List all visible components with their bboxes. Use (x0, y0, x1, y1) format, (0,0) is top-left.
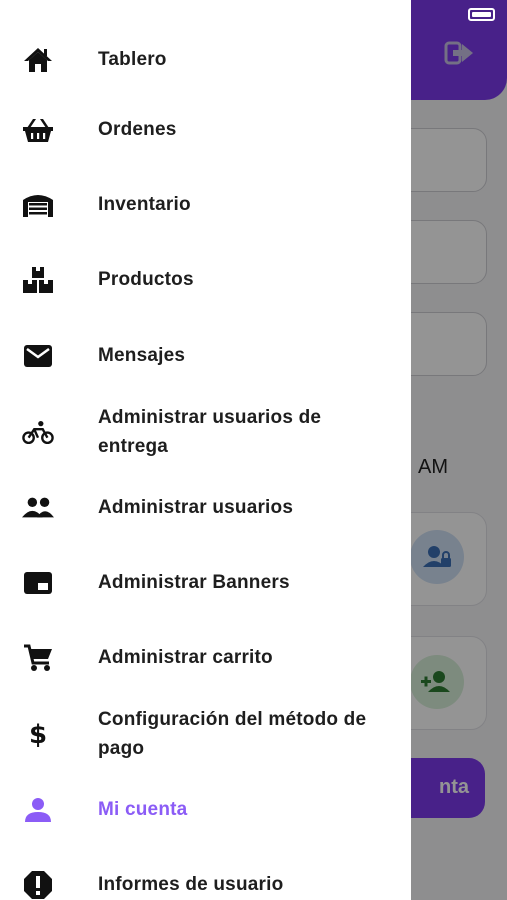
menu-item-configuracion-pago[interactable]: $ Configuración del método de pago (0, 705, 411, 765)
menu-item-label: Productos (98, 269, 194, 290)
person-icon (22, 794, 54, 826)
menu-item-tablero[interactable]: Tablero (0, 44, 411, 76)
menu-item-label: Administrar usuarios de entrega (98, 407, 322, 457)
menu-item-label: Administrar Banners (98, 572, 290, 593)
menu-item-ordenes[interactable]: Ordenes (0, 114, 411, 146)
battery-icon (468, 8, 495, 21)
people-icon (22, 492, 54, 524)
menu-item-label: Configuración del método de pago (98, 709, 367, 759)
boxes-icon (22, 264, 54, 296)
menu-item-mi-cuenta[interactable]: Mi cuenta (0, 794, 411, 826)
menu-item-label: Tablero (98, 49, 167, 70)
menu-item-label: Informes de usuario (98, 874, 284, 895)
menu-item-mensajes[interactable]: Mensajes (0, 340, 411, 372)
menu-item-informes-usuario[interactable]: Informes de usuario (0, 869, 411, 900)
alert-icon (22, 869, 54, 900)
basket-icon (22, 114, 54, 146)
menu-item-label: Inventario (98, 194, 191, 215)
mail-icon (22, 340, 54, 372)
dollar-icon: $ (28, 720, 48, 750)
menu-item-label: Administrar carrito (98, 647, 273, 668)
menu-item-label: Ordenes (98, 119, 177, 140)
navigation-drawer: Tablero Ordenes Inventario Productos Men… (0, 0, 411, 900)
menu-item-productos[interactable]: Productos (0, 264, 411, 296)
bike-icon (22, 417, 54, 449)
menu-item-administrar-usuarios-entrega[interactable]: Administrar usuarios de entrega (0, 403, 411, 463)
home-icon (22, 44, 54, 76)
menu-item-label: Administrar usuarios (98, 497, 294, 518)
menu-item-administrar-banners[interactable]: Administrar Banners (0, 567, 411, 599)
menu-item-label: Mi cuenta (98, 799, 188, 820)
menu-item-administrar-usuarios[interactable]: Administrar usuarios (0, 492, 411, 524)
menu-item-label: Mensajes (98, 345, 186, 366)
cart-icon (22, 642, 54, 674)
menu-item-administrar-carrito[interactable]: Administrar carrito (0, 642, 411, 674)
warehouse-icon (22, 189, 54, 221)
menu-item-inventario[interactable]: Inventario (0, 189, 411, 221)
banner-icon (22, 567, 54, 599)
